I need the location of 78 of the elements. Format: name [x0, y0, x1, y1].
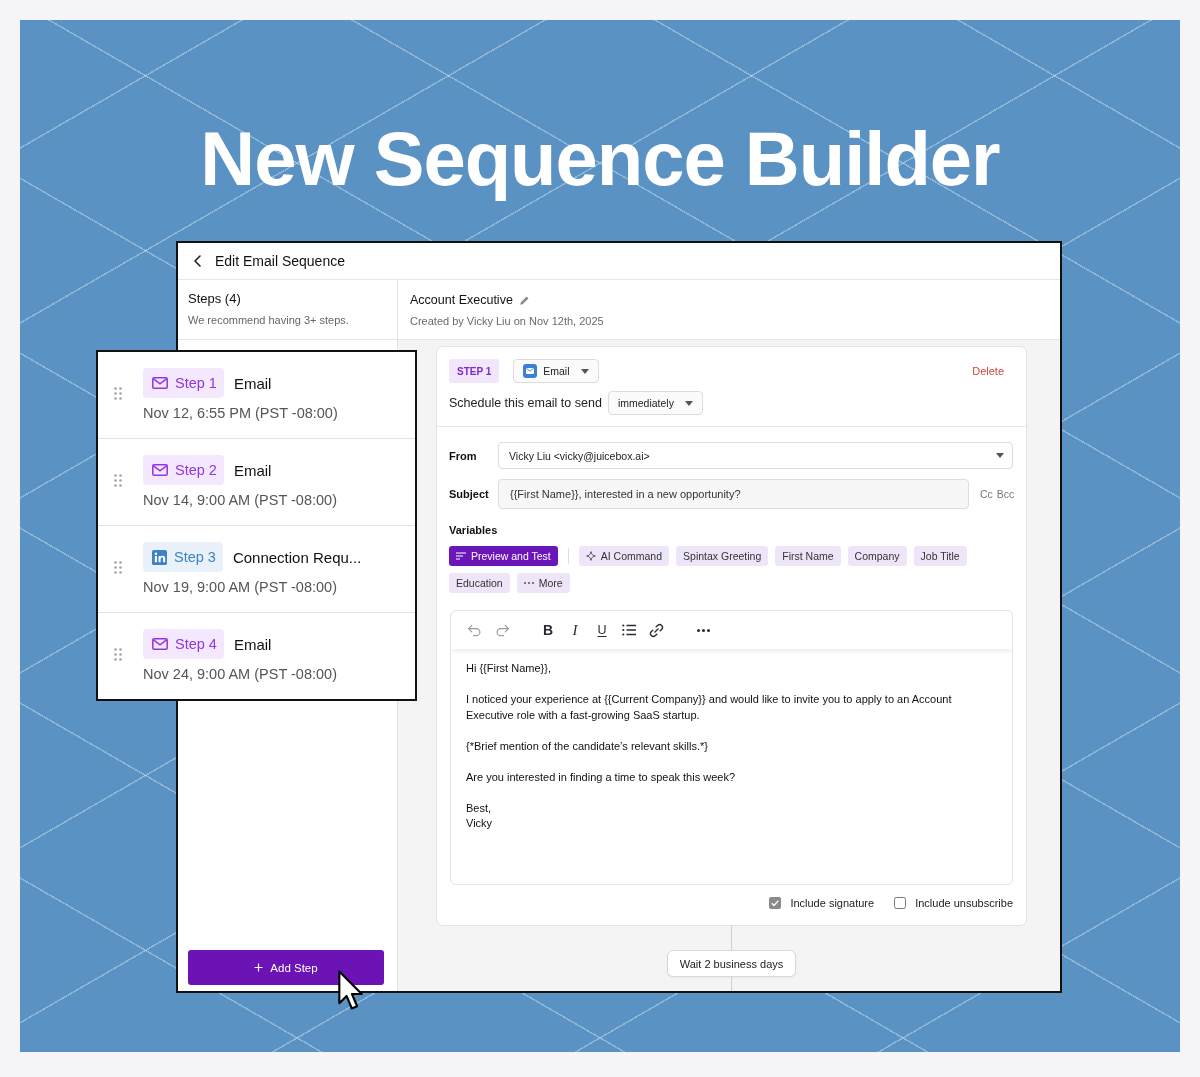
- step-number: Step 3: [174, 549, 216, 565]
- bullet-list-icon[interactable]: [622, 624, 636, 636]
- checkbox-label: Include signature: [790, 897, 875, 909]
- email-text: Are you interested in finding a time to speak this week?: [466, 769, 737, 785]
- bcc-link[interactable]: Bcc: [996, 488, 1015, 500]
- more-chip[interactable]: More: [516, 573, 570, 593]
- from-label: From: [449, 449, 478, 462]
- step-badge[interactable]: Step 3: [143, 542, 223, 572]
- delete-link[interactable]: Delete: [972, 365, 1004, 377]
- timing-dropdown[interactable]: immediately: [607, 391, 703, 415]
- step-date: Nov 19, 9:00 AM (PST -08:00): [143, 578, 338, 596]
- connector-line: [731, 977, 732, 991]
- variable-chip[interactable]: First Name: [775, 546, 841, 566]
- sparkle-icon: [585, 551, 596, 561]
- step-badge[interactable]: Step 2: [143, 455, 224, 485]
- variables-label: Variables: [449, 523, 499, 537]
- checkbox-label: Include unsubscribe: [915, 897, 1013, 909]
- add-step-button[interactable]: Add Step: [188, 950, 384, 985]
- email-text: {*Brief mention of the candidate’s relevant skills.*}: [466, 738, 709, 754]
- drag-handle-icon[interactable]: [114, 561, 122, 574]
- channel-dropdown[interactable]: Email: [513, 359, 599, 383]
- step-type: Connection Requ...: [232, 548, 362, 566]
- step-date: Nov 14, 9:00 AM (PST -08:00): [143, 491, 337, 509]
- drag-handle-icon[interactable]: [114, 387, 122, 400]
- step-type: Email: [233, 374, 272, 392]
- step-type: Email: [233, 635, 272, 653]
- email-editor[interactable]: [450, 610, 1013, 885]
- step-date: Nov 24, 9:00 AM (PST -08:00): [143, 665, 337, 683]
- email-text: Best, Vicky: [466, 800, 494, 831]
- wait-delay-chip[interactable]: Wait 2 business days: [666, 950, 797, 977]
- variable-chip[interactable]: Company: [847, 546, 907, 566]
- step-label: STEP 1: [449, 359, 500, 383]
- connector-line: [731, 926, 732, 950]
- envelope-icon: [152, 377, 168, 389]
- variable-chip[interactable]: Education: [449, 573, 510, 593]
- plus-icon: [254, 963, 264, 972]
- email-text: I noticed your experience at {{Current Company}} and would like to invite you to apply to an Account Executive role with a fast-growing SaaS startup.: [466, 692, 953, 723]
- underline-button[interactable]: U: [595, 622, 609, 638]
- variable-chip[interactable]: Spintax Greeting: [676, 546, 769, 566]
- drag-handle-icon[interactable]: [114, 474, 122, 487]
- back-icon[interactable]: [194, 255, 201, 267]
- italic-button[interactable]: I: [568, 622, 582, 638]
- step-number: Step 2: [175, 462, 217, 478]
- subject-field[interactable]: {{First Name}}, interested in a new opportunity?: [498, 479, 969, 509]
- envelope-icon: [152, 638, 168, 650]
- variable-chip[interactable]: Job Title: [913, 546, 967, 566]
- step-type: Email: [233, 461, 272, 479]
- caret-icon: [684, 400, 693, 406]
- from-select[interactable]: Vicky Liu <vicky@juicebox.ai>: [498, 442, 1013, 469]
- lines-icon: [456, 552, 466, 560]
- steps-hint: We recommend having 3+ steps.: [188, 313, 350, 327]
- pencil-icon[interactable]: [518, 294, 530, 306]
- created-by-text: Created by Vicky Liu on Nov 12th, 2025: [410, 314, 605, 328]
- checkbox[interactable]: [769, 897, 782, 909]
- mail-app-icon: [523, 364, 538, 378]
- caret-icon: [580, 368, 589, 374]
- step-date: Nov 12, 6:55 PM (PST -08:00): [143, 404, 338, 422]
- schedule-label: Schedule this email to send: [449, 396, 602, 410]
- window-title: Edit Email Sequence: [215, 253, 345, 269]
- ai-command-chip[interactable]: AI Command: [578, 546, 670, 566]
- action-button[interactable]: Preview and Test: [449, 546, 558, 566]
- checkbox[interactable]: [894, 897, 907, 909]
- cc-link[interactable]: Cc: [980, 488, 993, 500]
- bold-button[interactable]: B: [541, 622, 555, 638]
- linkedin-icon: [152, 549, 167, 565]
- caret-icon: [996, 453, 1004, 458]
- steps-heading: Steps (4): [188, 291, 242, 307]
- step-badge[interactable]: Step 1: [143, 368, 224, 398]
- step-number: Step 1: [175, 375, 217, 391]
- envelope-icon: [152, 464, 168, 476]
- email-text: Hi {{First Name}},: [466, 661, 552, 676]
- sequence-title: Account Executive: [410, 292, 513, 308]
- step-badge[interactable]: Step 4: [143, 629, 224, 659]
- link-icon[interactable]: [649, 622, 664, 638]
- subject-label: Subject: [449, 488, 490, 500]
- more-icon[interactable]: [697, 628, 710, 632]
- drag-handle-icon[interactable]: [114, 648, 122, 661]
- step-number: Step 4: [175, 636, 217, 652]
